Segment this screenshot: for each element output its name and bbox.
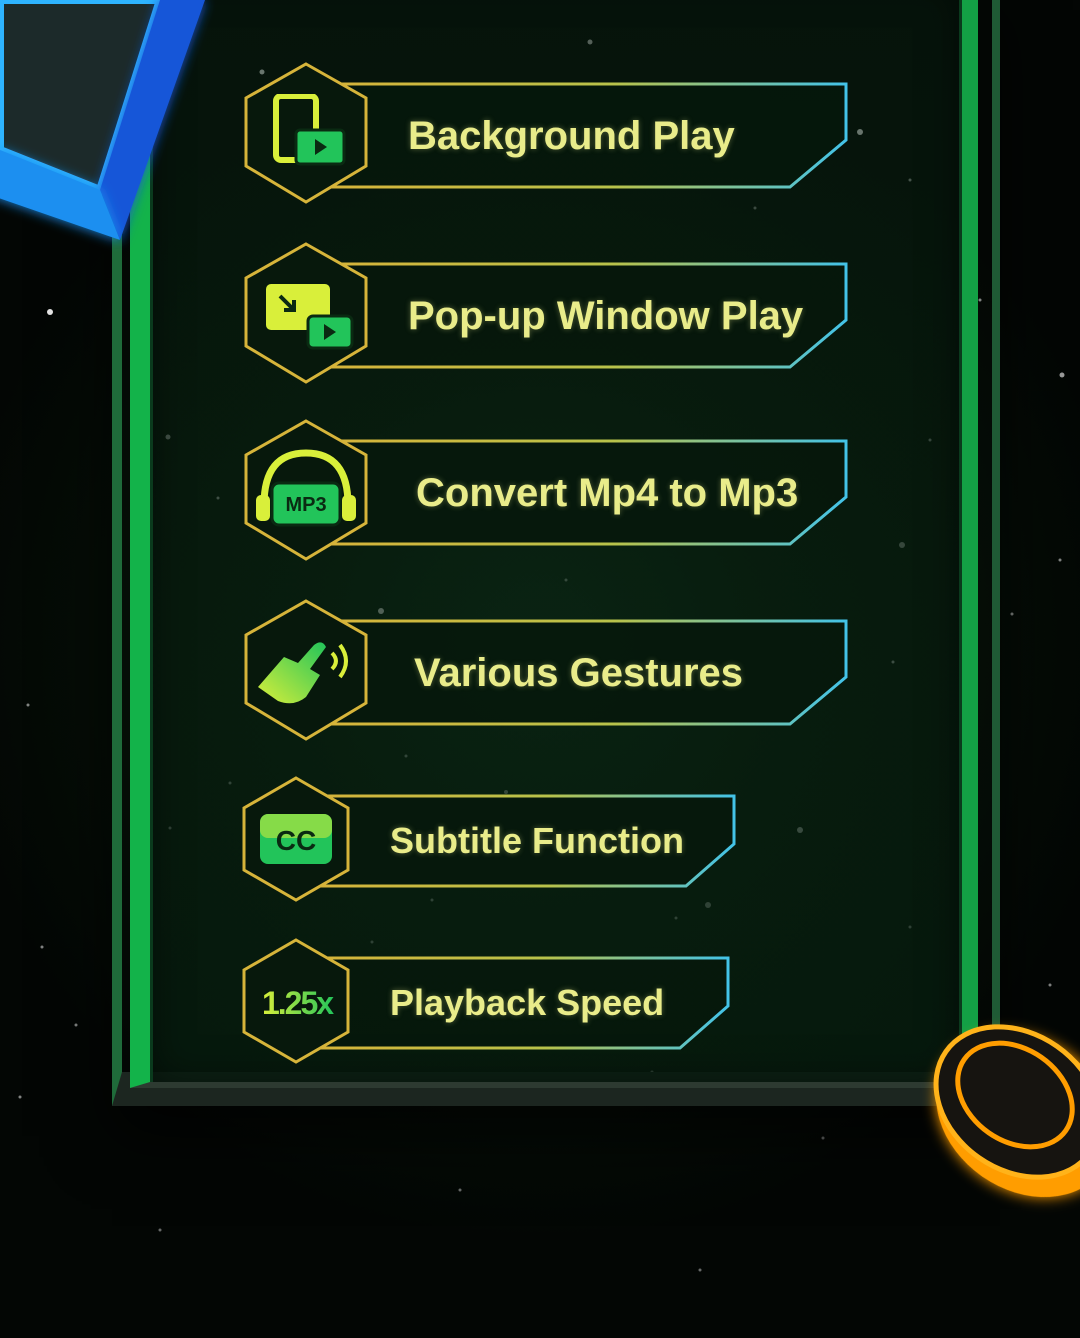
feature-various-gestures: Various Gestures [240, 599, 860, 745]
speed-icon-text: 1.25x [262, 985, 334, 1021]
feature-background-play: Background Play [240, 62, 860, 208]
popup-window-icon [266, 284, 354, 350]
feature-convert-mp4-mp3: MP3 Convert Mp4 to Mp3 [240, 419, 860, 565]
headphones-mp3-icon: MP3 [256, 449, 356, 527]
mp3-icon-text: MP3 [285, 494, 326, 516]
feature-subtitle-function: CC Subtitle Function [240, 776, 740, 904]
hand-gesture-icon [258, 642, 348, 704]
speed-icon: 1.25x [262, 985, 336, 1021]
feature-label: Subtitle Function [390, 820, 684, 861]
feature-label: Various Gestures [414, 651, 744, 695]
feature-label: Background Play [408, 114, 735, 158]
feature-playback-speed: 1.25x Playback Speed [240, 938, 740, 1066]
orange-coin-decoration [933, 1024, 1080, 1198]
blue-tile-decoration [0, 0, 205, 240]
feature-label: Convert Mp4 to Mp3 [416, 471, 799, 515]
background-play-icon [273, 94, 346, 166]
cc-icon-text: CC [276, 825, 316, 856]
cc-icon: CC [260, 814, 332, 864]
feature-label: Playback Speed [390, 982, 665, 1023]
feature-label: Pop-up Window Play [408, 294, 804, 338]
feature-popup-window-play: Pop-up Window Play [240, 242, 860, 388]
